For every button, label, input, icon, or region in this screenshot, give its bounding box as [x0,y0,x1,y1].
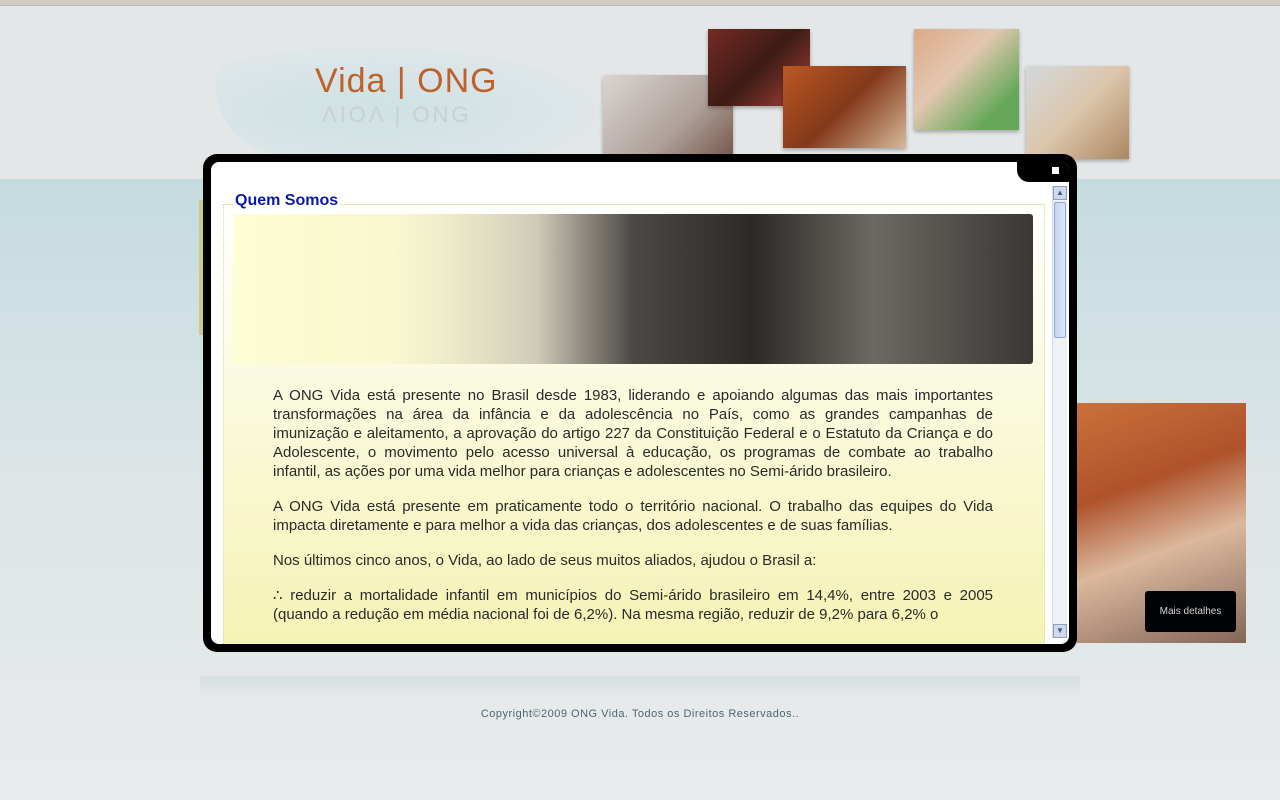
scroll-thumb[interactable] [1054,202,1066,338]
paragraph: ∴ reduzir a mortalidade infantil em muni… [273,587,993,623]
paragraph: Nos últimos cinco anos, o Vida, ao lado … [273,552,817,569]
info-modal: Quem Somos A ONG Vida está presente no B… [203,154,1077,652]
vertical-scrollbar[interactable]: ▲ ▼ [1052,186,1067,638]
section-title: Quem Somos [233,192,341,210]
close-button[interactable] [1017,162,1069,182]
modal-scroll-area[interactable]: Quem Somos A ONG Vida está presente no B… [211,186,1053,644]
scroll-down-button[interactable]: ▼ [1053,624,1067,638]
paragraph: A ONG Vida está presente no Brasil desde… [273,387,993,480]
paragraph: A ONG Vida está presente em praticamente… [273,498,993,534]
section-text: A ONG Vida está presente no Brasil desde… [273,386,993,640]
modal-content: Quem Somos A ONG Vida está presente no B… [211,162,1069,644]
close-icon[interactable] [1052,167,1059,174]
scroll-up-button[interactable]: ▲ [1053,186,1067,200]
banner-fade [233,214,533,364]
